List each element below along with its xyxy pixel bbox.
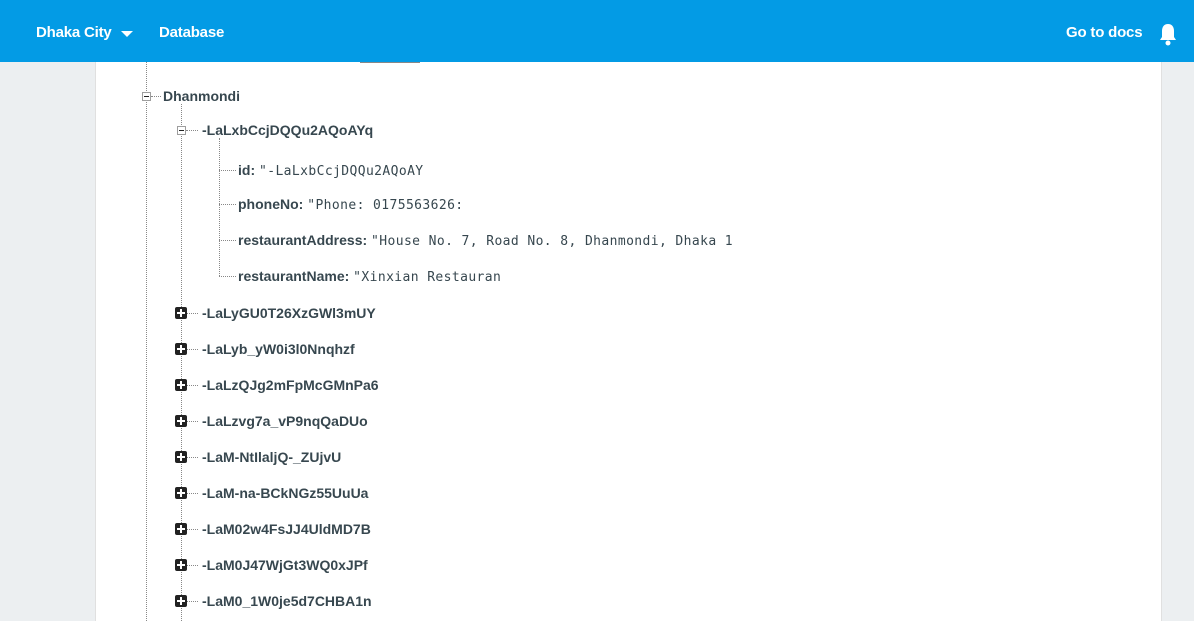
tree-guide-line [146, 62, 147, 621]
collapse-toggle-icon[interactable] [142, 92, 151, 101]
tree-node-key[interactable]: -LaLzQJg2mFpMcGMnPa6 [202, 377, 379, 393]
notification-bell-icon[interactable] [1158, 22, 1178, 46]
field-name: restaurantName: [238, 268, 350, 284]
top-app-bar: Dhaka City Database Go to docs [0, 0, 1194, 62]
field-name: id: [238, 162, 256, 178]
field-value: "Xinxian Restauran [353, 270, 510, 285]
tree-connector [219, 204, 236, 205]
tree-connector [186, 130, 198, 131]
tree-connector [187, 313, 198, 314]
tree-node-key[interactable]: -LaLyGU0T26XzGWl3mUY [202, 305, 376, 321]
tree-guide-line [219, 138, 220, 276]
tree-connector [187, 385, 198, 386]
expand-toggle-icon[interactable] [175, 559, 187, 571]
expand-toggle-icon[interactable] [175, 487, 187, 499]
go-to-docs-link[interactable]: Go to docs [1066, 24, 1143, 41]
tree-connector [219, 170, 236, 171]
tree-node-key[interactable]: -LaLyb_yW0i3l0Nnqhzf [202, 341, 355, 357]
tree-node-key[interactable]: -LaM-na-BCkNGz55UuUa [202, 485, 368, 501]
tree-connector [187, 493, 198, 494]
tree-connector [187, 349, 198, 350]
tree-guide-line [181, 104, 182, 621]
tree-connector [187, 601, 198, 602]
field-phone-no[interactable]: phoneNo: "Phone: 0175563626: [238, 196, 464, 214]
tree-node-key[interactable]: -LaM0J47WjGt3WQ0xJPf [202, 557, 368, 573]
tree-connector [187, 529, 198, 530]
tree-connector [151, 96, 161, 97]
project-selector[interactable]: Dhaka City [36, 24, 133, 41]
field-value: "House No. 7, Road No. 8, Dhanmondi, Dha… [371, 234, 734, 249]
tree-node-key[interactable]: -LaM-NtIlaljQ-_ZUjvU [202, 449, 341, 465]
field-name: restaurantAddress: [238, 232, 368, 248]
project-name: Dhaka City [36, 24, 112, 41]
expand-toggle-icon[interactable] [175, 379, 187, 391]
expand-toggle-icon[interactable] [175, 523, 187, 535]
expand-toggle-icon[interactable] [175, 343, 187, 355]
tree-connector [187, 457, 198, 458]
tree-connector [187, 565, 198, 566]
tree-connector [219, 240, 236, 241]
expand-toggle-icon[interactable] [175, 451, 187, 463]
tree-guide-line [360, 62, 420, 63]
database-tree-panel: Dhanmondi -LaLxbCcjDQQu2AQoAYq id: "-LaL… [95, 62, 1162, 621]
tree-node-key[interactable]: -LaM02w4FsJJ4UldMD7B [202, 521, 371, 537]
expand-toggle-icon[interactable] [175, 307, 187, 319]
tree-connector [219, 276, 236, 277]
collapse-toggle-icon[interactable] [177, 126, 186, 135]
field-restaurant-name[interactable]: restaurantName: "Xinxian Restauran [238, 268, 509, 286]
tree-connector [187, 421, 198, 422]
tree-node-key[interactable]: -LaLxbCcjDQQu2AQoAYq [202, 122, 373, 138]
tree-node-area[interactable]: Dhanmondi [163, 88, 240, 104]
section-title: Database [159, 24, 225, 41]
field-name: phoneNo: [238, 196, 304, 212]
tree-node-key[interactable]: -LaM0_1W0je5d7CHBA1n [202, 593, 372, 609]
expand-toggle-icon[interactable] [175, 595, 187, 607]
field-value: "-LaLxbCcjDQQu2AQoAY [259, 164, 424, 179]
field-restaurant-address[interactable]: restaurantAddress: "House No. 7, Road No… [238, 232, 733, 250]
field-value: "Phone: 0175563626: [307, 198, 464, 213]
field-id[interactable]: id: "-LaLxbCcjDQQu2AQoAY [238, 162, 424, 180]
chevron-down-icon [120, 30, 133, 37]
expand-toggle-icon[interactable] [175, 415, 187, 427]
tree-node-key[interactable]: -LaLzvg7a_vP9nqQaDUo [202, 413, 368, 429]
